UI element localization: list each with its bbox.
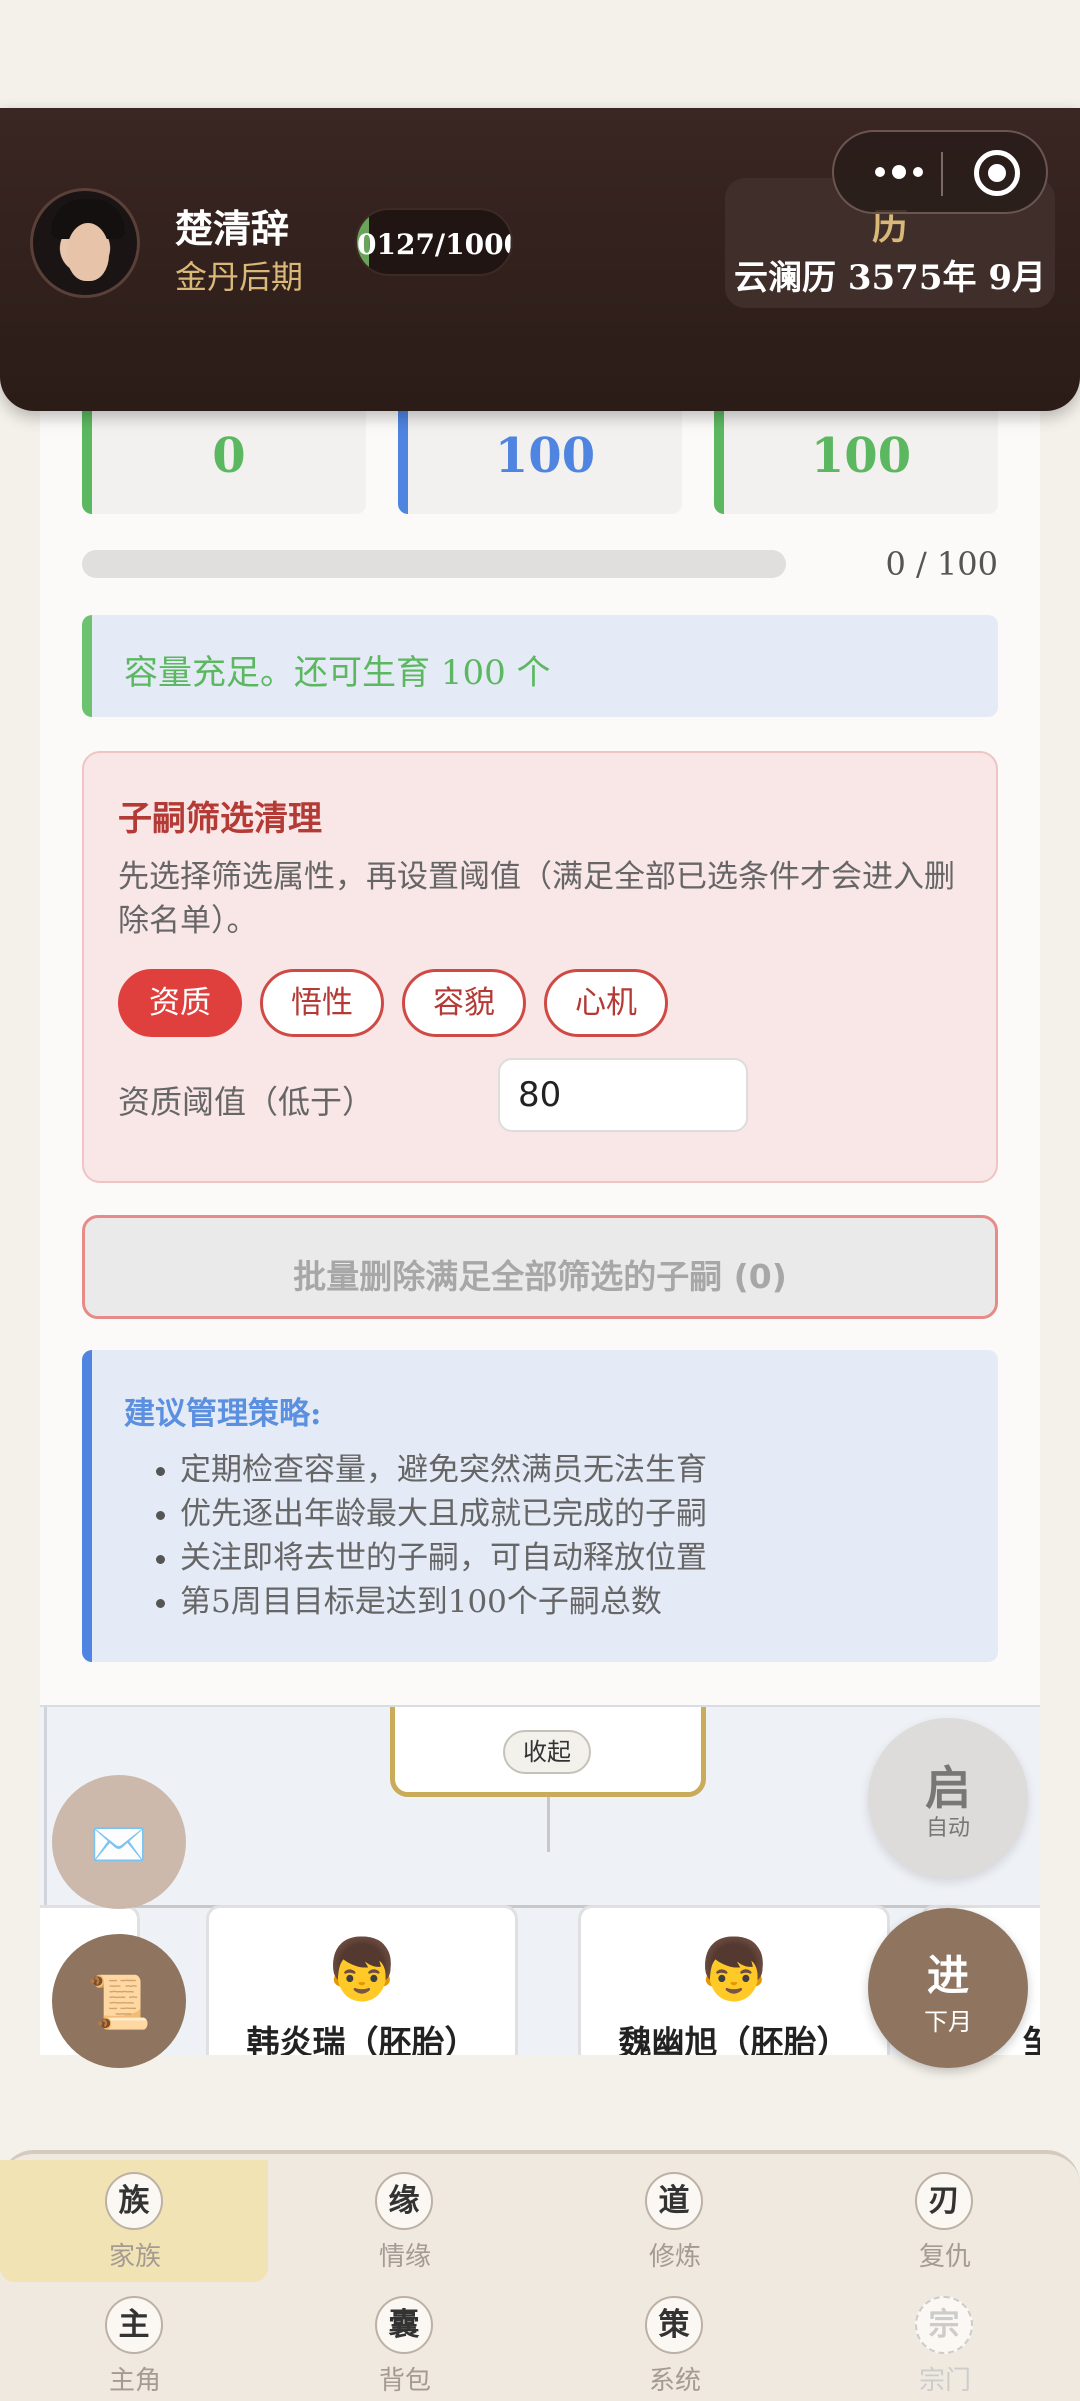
threshold-label: 资质阈值（低于） <box>118 1083 375 1121</box>
stat-value-3: 100 <box>810 428 912 484</box>
next-month-button[interactable]: 进 下月 <box>868 1908 1028 2068</box>
filter-chip-aptitude[interactable]: 资质 <box>118 969 242 1037</box>
filter-chip-appearance[interactable]: 容貌 <box>402 969 526 1037</box>
mail-icon: ✉️ <box>90 1817 148 1871</box>
nav-item-romance[interactable]: 缘 情缘 <box>270 2154 540 2278</box>
avatar-face <box>67 223 109 281</box>
revenge-icon: 刃 <box>915 2172 973 2230</box>
romance-icon: 缘 <box>375 2172 433 2230</box>
player-realm: 金丹后期 <box>175 258 304 296</box>
filter-title: 子嗣筛选清理 <box>118 799 322 839</box>
exp-bar: 0127/10000 <box>355 208 513 276</box>
nav-item-system[interactable]: 策 系统 <box>540 2278 810 2401</box>
family-icon: 族 <box>105 2172 163 2230</box>
bottom-navigation: 族 家族 缘 情缘 道 修炼 刃 复仇 主 主角 囊 背包 策 系统 宗 宗门 <box>0 2150 1080 2401</box>
filter-description: 先选择筛选属性，再设置阈值（满足全部已选条件才会进入删除名单）。 <box>118 859 955 939</box>
boy-icon: 👦 <box>324 1935 400 2005</box>
protagonist-icon: 主 <box>105 2296 163 2354</box>
boy-icon: 👦 <box>696 1935 772 2005</box>
miniprogram-capsule <box>832 130 1048 214</box>
capacity-alert: 容量充足。还可生育 100 个 <box>82 615 998 717</box>
tree-sibling-line <box>40 1905 1040 1908</box>
offspring-management-panel: 0 100 100 0 / 100 容量充足。还可生育 100 个 子嗣筛选清理… <box>40 380 1040 1705</box>
tip-item: 第5周目目标是达到100个子嗣总数 <box>148 1580 707 1624</box>
tip-item: 关注即将去世的子嗣，可自动释放位置 <box>148 1536 707 1580</box>
offspring-filter-box: 子嗣筛选清理 先选择筛选属性，再设置阈值（满足全部已选条件才会进入删除名单）。 … <box>82 751 998 1183</box>
capacity-progress-text: 0 / 100 <box>885 545 998 583</box>
nav-label: 家族 <box>108 2242 161 2272</box>
capacity-alert-text: 容量充足。还可生育 100 个 <box>124 653 551 693</box>
player-name: 楚清辞 <box>175 206 290 251</box>
nav-label: 主角 <box>108 2366 161 2396</box>
exp-text: 0127/10000 <box>357 228 511 261</box>
more-options-icon[interactable] <box>854 132 944 212</box>
strategy-tips: 建议管理策略: 定期检查容量，避免突然满员无法生育 优先逐出年龄最大且成就已完成… <box>82 1350 998 1662</box>
sect-icon: 宗 <box>915 2296 973 2354</box>
nav-item-sect[interactable]: 宗 宗门 <box>810 2278 1080 2401</box>
cultivation-icon: 道 <box>645 2172 703 2230</box>
nav-label: 复仇 <box>918 2242 971 2272</box>
batch-delete-button[interactable]: 批量删除满足全部筛选的子嗣 (0) <box>82 1215 998 1319</box>
collapse-button[interactable]: 收起 <box>503 1730 591 1774</box>
nav-item-revenge[interactable]: 刃 复仇 <box>810 2154 1080 2278</box>
system-icon: 策 <box>645 2296 703 2354</box>
nav-item-family[interactable]: 族 家族 <box>0 2154 270 2282</box>
child-name: 魏幽旭（胚胎） <box>618 2023 850 2055</box>
filter-chip-comprehension[interactable]: 悟性 <box>260 969 384 1037</box>
backpack-icon: 囊 <box>375 2296 433 2354</box>
auto-button-glyph: 启 <box>925 1761 971 1815</box>
nav-item-protagonist[interactable]: 主 主角 <box>0 2278 270 2401</box>
tip-item: 优先逐出年龄最大且成就已完成的子嗣 <box>148 1492 707 1536</box>
scroll-icon: 📜 <box>86 1973 152 2033</box>
capacity-progress-bar <box>82 550 786 578</box>
player-avatar[interactable] <box>30 188 140 298</box>
batch-delete-label: 批量删除满足全部筛选的子嗣 (0) <box>293 1257 787 1296</box>
auto-button[interactable]: 启 自动 <box>868 1718 1028 1878</box>
parent-node[interactable]: 收起 <box>390 1707 706 1797</box>
calendar-date: 云澜历 3575年 9月 <box>734 258 1046 298</box>
tip-item: 定期检查容量，避免突然满员无法生育 <box>148 1448 707 1492</box>
child-name: 韩炎瑞（胚胎） <box>246 2023 478 2055</box>
mail-button[interactable]: ✉️ <box>52 1775 186 1909</box>
next-month-glyph: 进 <box>926 1951 969 2000</box>
capsule-divider <box>941 152 943 196</box>
auto-button-label: 自动 <box>925 1816 970 1841</box>
stat-value-1: 0 <box>212 428 246 484</box>
nav-label: 背包 <box>378 2366 431 2396</box>
filter-chip-scheming[interactable]: 心机 <box>544 969 668 1037</box>
tips-list: 定期检查容量，避免突然满员无法生育 优先逐出年龄最大且成就已完成的子嗣 关注即将… <box>148 1448 707 1624</box>
stat-value-2: 100 <box>494 428 596 484</box>
nav-label: 情缘 <box>378 2242 431 2272</box>
nav-item-backpack[interactable]: 囊 背包 <box>270 2278 540 2401</box>
nav-item-cultivation[interactable]: 道 修炼 <box>540 2154 810 2278</box>
threshold-input[interactable]: 80 <box>498 1058 748 1132</box>
nav-label: 宗门 <box>918 2366 971 2396</box>
child-node[interactable]: 👦 韩炎瑞（胚胎） <box>206 1905 518 2055</box>
nav-label: 修炼 <box>648 2242 701 2272</box>
tree-connector <box>547 1797 550 1852</box>
close-miniprogram-icon[interactable] <box>974 150 1020 196</box>
nav-label: 系统 <box>648 2366 701 2396</box>
child-node[interactable]: 👦 魏幽旭（胚胎） <box>578 1905 890 2055</box>
scroll-button[interactable]: 📜 <box>52 1934 186 2068</box>
tips-title: 建议管理策略: <box>124 1396 322 1432</box>
next-month-label: 下月 <box>924 2008 972 2036</box>
